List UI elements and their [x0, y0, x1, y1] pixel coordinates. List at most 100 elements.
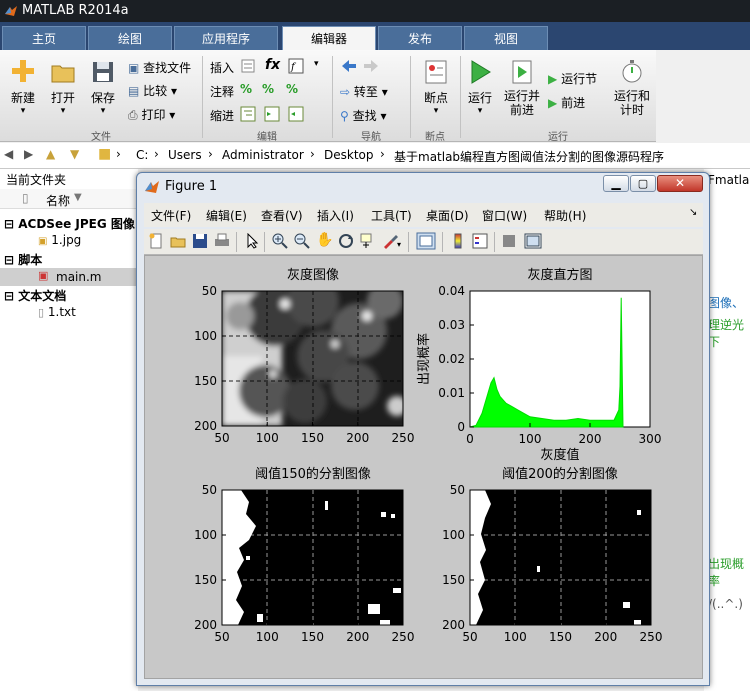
- increase-indent-icon[interactable]: [264, 106, 280, 125]
- path-segment-c[interactable]: C:: [136, 148, 148, 162]
- find-button[interactable]: ⚲ 查找 ▾: [340, 107, 386, 124]
- decrease-indent-icon[interactable]: [288, 106, 304, 125]
- path-segment-users[interactable]: Users: [168, 148, 202, 162]
- file-mainm[interactable]: ▣ main.m: [0, 268, 138, 286]
- jpg-file-icon: ▣: [38, 236, 48, 247]
- close-button[interactable]: ✕: [657, 175, 703, 192]
- goto-button[interactable]: ⇨ 转至 ▾: [340, 83, 388, 100]
- new-button[interactable]: 新建 ▾: [8, 58, 38, 116]
- folder-open-icon: [51, 65, 75, 83]
- tab-plots[interactable]: 绘图: [88, 26, 172, 50]
- y-tick-label: 0.01: [438, 386, 465, 400]
- run-and-time-button[interactable]: 运行和 计时: [612, 58, 652, 117]
- legend-icon[interactable]: [472, 233, 488, 249]
- dock-arrow-icon[interactable]: ↘: [689, 207, 697, 218]
- folder-icon: ■: [98, 146, 112, 162]
- figure-matlab-icon: [145, 181, 159, 193]
- bg-text-2: 图像、: [708, 296, 745, 310]
- print-figure-icon[interactable]: [214, 233, 230, 249]
- bg-text-1: Fmatla: [708, 173, 750, 187]
- hide-plot-tools-icon[interactable]: [502, 234, 516, 248]
- stopwatch-icon: [622, 60, 642, 83]
- colorbar-icon[interactable]: [450, 233, 466, 249]
- menu-tools[interactable]: 工具(T): [371, 207, 412, 224]
- menu-help[interactable]: 帮助(H): [544, 207, 586, 224]
- uncomment-icon[interactable]: %: [262, 82, 274, 96]
- maximize-button[interactable]: ▢: [630, 175, 656, 192]
- x-tick-label: 200: [346, 630, 369, 644]
- brush-icon[interactable]: ▾: [382, 233, 402, 249]
- tab-editor[interactable]: 编辑器: [282, 26, 376, 50]
- tab-home[interactable]: 主页: [2, 26, 86, 50]
- ribbon-empty-area: [656, 50, 750, 142]
- path-segment-folder[interactable]: 基于matlab编程直方图阈值法分割的图像源码程序: [394, 148, 664, 165]
- tab-view[interactable]: 视图: [464, 26, 548, 50]
- link-plot-icon[interactable]: [416, 232, 436, 250]
- run-button[interactable]: 运行 ▾: [464, 58, 496, 116]
- run-and-advance-button[interactable]: 运行并 前进: [502, 58, 542, 117]
- browse-folder-icon[interactable]: ▼: [70, 147, 79, 161]
- group-label-edit: 编辑: [257, 132, 277, 143]
- fx-button[interactable]: fx: [265, 57, 280, 73]
- group-jpeg[interactable]: ⊟ ACDSee JPEG 图像: [4, 215, 135, 232]
- insert-section-icon[interactable]: [240, 58, 256, 77]
- indent-button[interactable]: 缩进: [210, 107, 234, 124]
- figure-title: Figure 1: [165, 179, 218, 194]
- save-figure-icon[interactable]: [192, 233, 208, 249]
- back-arrow-icon[interactable]: [340, 58, 380, 77]
- insert-dropdown[interactable]: ▾: [314, 59, 319, 69]
- breakpoints-button[interactable]: 断点 ▾: [418, 58, 454, 116]
- open-button[interactable]: 打开 ▾: [48, 58, 78, 116]
- file-icon: ▯: [22, 191, 29, 205]
- menu-edit[interactable]: 编辑(E): [206, 207, 247, 224]
- new-figure-icon[interactable]: [148, 233, 164, 249]
- zoom-in-icon[interactable]: [272, 233, 288, 249]
- open-file-icon[interactable]: [170, 233, 186, 249]
- column-header[interactable]: ▯ 名称 ▼: [0, 189, 138, 209]
- path-segment-desktop[interactable]: Desktop: [324, 148, 374, 162]
- insert-button[interactable]: 插入: [210, 59, 234, 76]
- menu-window[interactable]: 窗口(W): [482, 207, 527, 224]
- save-button[interactable]: 保存 ▾: [88, 58, 118, 116]
- tab-publish[interactable]: 发布: [378, 26, 462, 50]
- editor-background: Fmatla 图像、 理逆光下 出现概率 /(..^.): [704, 169, 750, 691]
- y-tick-label: 150: [194, 573, 217, 587]
- magnifier-icon: ⚲: [340, 109, 349, 123]
- back-nav-icon[interactable]: ◀: [4, 147, 13, 161]
- wrap-comment-icon[interactable]: %: [286, 82, 298, 96]
- percent-comment-icon[interactable]: %: [240, 82, 252, 96]
- menu-insert[interactable]: 插入(I): [317, 207, 354, 224]
- smart-indent-icon[interactable]: [240, 106, 256, 125]
- up-folder-icon[interactable]: ▲: [46, 147, 55, 161]
- run-section-button[interactable]: ▶ 运行节: [548, 70, 597, 87]
- forward-nav-icon[interactable]: ▶: [24, 147, 33, 161]
- printer-icon: ⎙: [128, 108, 138, 122]
- minimize-button[interactable]: ▁: [603, 175, 629, 192]
- show-plot-tools-icon[interactable]: [524, 233, 542, 249]
- path-segment-administrator[interactable]: Administrator: [222, 148, 304, 162]
- y-tick-label: 0.02: [438, 352, 465, 366]
- tab-apps[interactable]: 应用程序: [174, 26, 278, 50]
- save-disk-icon: [93, 62, 113, 82]
- rotate-3d-icon[interactable]: [338, 233, 354, 249]
- comment-button[interactable]: 注释: [210, 83, 234, 100]
- compare-button[interactable]: ▤ 比较 ▾: [128, 82, 177, 99]
- zoom-out-icon[interactable]: [294, 233, 310, 249]
- group-text[interactable]: ⊟ 文本文档: [4, 287, 66, 304]
- group-scripts[interactable]: ⊟ 脚本: [4, 251, 42, 268]
- menu-desktop[interactable]: 桌面(D): [426, 207, 469, 224]
- data-cursor-icon[interactable]: [360, 233, 376, 249]
- menu-file[interactable]: 文件(F): [151, 207, 191, 224]
- advance-button[interactable]: ▶ 前进: [548, 94, 585, 111]
- goto-icon: ⇨: [340, 85, 351, 99]
- new-plus-icon: [12, 60, 34, 82]
- menu-view[interactable]: 查看(V): [261, 207, 303, 224]
- file-1txt[interactable]: ▯ 1.txt: [38, 305, 76, 319]
- find-files-button[interactable]: ▣ 查找文件: [128, 59, 191, 76]
- pan-hand-icon[interactable]: ✋: [316, 232, 333, 248]
- subplot-title-t200: 阈值200的分割图像: [502, 466, 618, 482]
- print-button[interactable]: ⎙ 打印 ▾: [128, 106, 175, 123]
- file-1jpg[interactable]: ▣ 1.jpg: [38, 233, 81, 247]
- function-browser-icon[interactable]: f: [288, 58, 306, 77]
- pointer-icon[interactable]: [244, 233, 260, 249]
